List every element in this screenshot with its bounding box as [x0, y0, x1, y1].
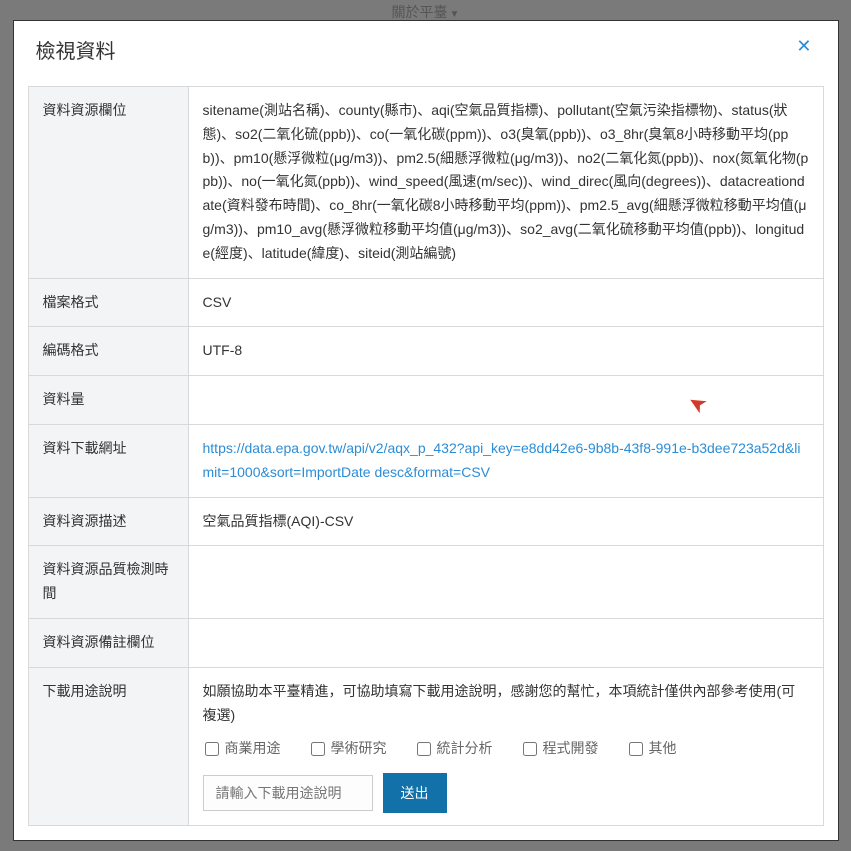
value-qc: [188, 546, 823, 619]
modal-title: 檢視資料: [36, 35, 116, 64]
row-desc: 資料資源描述 空氣品質指標(AQI)-CSV: [28, 497, 823, 546]
row-usage: 下載用途說明 如願協助本平臺精進，可協助填寫下載用途說明，感謝您的幫忙，本項統計…: [28, 667, 823, 825]
row-fields: 資料資源欄位 sitename(測站名稱)、county(縣市)、aqi(空氣品…: [28, 87, 823, 279]
chevron-down-icon: ▼: [450, 9, 460, 20]
usage-description: 如願協助本平臺精進，可協助填寫下載用途說明，感謝您的幫忙，本項統計僅供內部參考使…: [203, 680, 809, 728]
data-table: 資料資源欄位 sitename(測站名稱)、county(縣市)、aqi(空氣品…: [28, 86, 824, 826]
usage-text-input[interactable]: [203, 775, 373, 811]
row-url: 資料下載網址 https://data.epa.gov.tw/api/v2/aq…: [28, 424, 823, 497]
row-format: 檔案格式 CSV: [28, 278, 823, 327]
label-qc: 資料資源品質檢測時間: [28, 546, 188, 619]
value-format: CSV: [188, 278, 823, 327]
row-remark: 資料資源備註欄位: [28, 618, 823, 667]
checkbox-commercial-input[interactable]: [205, 742, 219, 756]
label-size: 資料量: [28, 376, 188, 425]
label-desc: 資料資源描述: [28, 497, 188, 546]
checkbox-other-input[interactable]: [629, 742, 643, 756]
checkbox-statistics-input[interactable]: [417, 742, 431, 756]
value-usage: 如願協助本平臺精進，可協助填寫下載用途說明，感謝您的幫忙，本項統計僅供內部參考使…: [188, 667, 823, 825]
value-desc: 空氣品質指標(AQI)-CSV: [188, 497, 823, 546]
row-size: 資料量: [28, 376, 823, 425]
value-url: https://data.epa.gov.tw/api/v2/aqx_p_432…: [188, 424, 823, 497]
checkbox-academic-input[interactable]: [311, 742, 325, 756]
value-remark: [188, 618, 823, 667]
checkbox-development-input[interactable]: [523, 742, 537, 756]
label-usage: 下載用途說明: [28, 667, 188, 825]
label-remark: 資料資源備註欄位: [28, 618, 188, 667]
label-url: 資料下載網址: [28, 424, 188, 497]
row-qc: 資料資源品質檢測時間: [28, 546, 823, 619]
value-size: [188, 376, 823, 425]
value-fields: sitename(測站名稱)、county(縣市)、aqi(空氣品質指標)、po…: [188, 87, 823, 279]
submit-button[interactable]: 送出: [383, 773, 447, 813]
background-nav: 關於平臺▼: [392, 2, 460, 22]
download-url-link[interactable]: https://data.epa.gov.tw/api/v2/aqx_p_432…: [203, 440, 801, 480]
value-encoding: UTF-8: [188, 327, 823, 376]
close-button[interactable]: ✕: [792, 35, 815, 57]
label-encoding: 編碼格式: [28, 327, 188, 376]
row-encoding: 編碼格式 UTF-8: [28, 327, 823, 376]
label-format: 檔案格式: [28, 278, 188, 327]
modal-dialog: 檢視資料 ✕ 資料資源欄位 sitename(測站名稱)、county(縣市)、…: [13, 20, 839, 841]
label-fields: 資料資源欄位: [28, 87, 188, 279]
